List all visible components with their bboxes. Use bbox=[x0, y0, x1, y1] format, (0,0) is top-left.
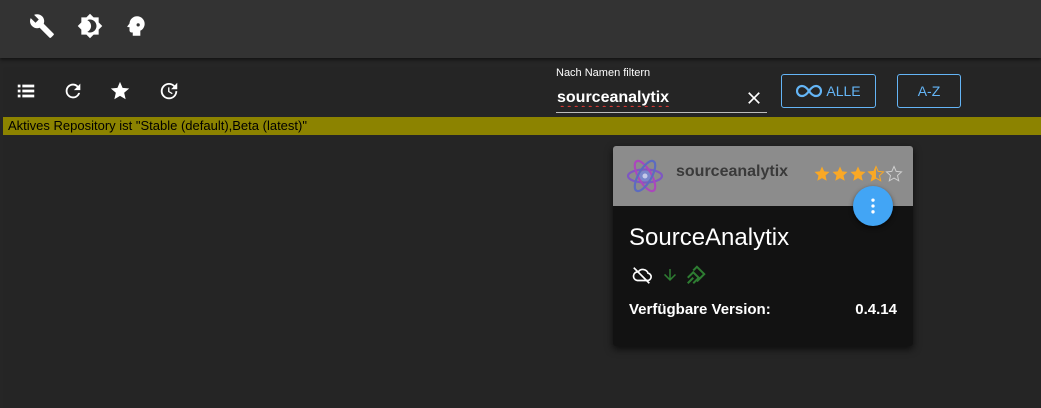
sort-az-button[interactable]: A-Z bbox=[897, 74, 961, 108]
history-icon[interactable] bbox=[158, 80, 180, 102]
top-bar bbox=[0, 0, 1041, 58]
adapter-card: sourceanalytix SourceAnalytix Verfügbare… bbox=[613, 146, 913, 346]
star-filled-icon bbox=[814, 166, 830, 181]
more-vert-icon bbox=[871, 198, 875, 214]
version-label: Verfügbare Version: bbox=[629, 301, 771, 318]
more-options-button[interactable] bbox=[853, 186, 893, 226]
toolbar: Nach Namen filtern ALLE A-Z bbox=[3, 67, 1041, 117]
filter-input[interactable] bbox=[556, 84, 767, 113]
signal-icon bbox=[687, 265, 706, 284]
star-filled-icon bbox=[850, 166, 866, 181]
wrench-icon[interactable] bbox=[29, 13, 55, 39]
repository-banner: Aktives Repository ist "Stable (default)… bbox=[3, 117, 1041, 135]
download-arrow-icon bbox=[664, 269, 676, 281]
version-value: 0.4.14 bbox=[855, 301, 897, 318]
close-icon[interactable] bbox=[744, 88, 764, 108]
atom-logo-icon bbox=[626, 159, 664, 193]
sort-az-label: A-Z bbox=[917, 83, 941, 99]
infinity-icon bbox=[796, 84, 823, 98]
card-repo-name: sourceanalytix bbox=[676, 163, 789, 180]
all-button[interactable]: ALLE bbox=[781, 74, 876, 108]
star-icon[interactable] bbox=[109, 80, 131, 102]
adapter-panel: Nach Namen filtern ALLE A-Z Aktives Repo… bbox=[3, 67, 1041, 408]
refresh-icon[interactable] bbox=[62, 80, 84, 102]
filter-label: Nach Namen filtern bbox=[556, 67, 651, 79]
head-icon[interactable] bbox=[123, 13, 149, 39]
card-title: SourceAnalytix bbox=[629, 224, 790, 251]
cloud-off-icon bbox=[632, 267, 652, 284]
all-button-label: ALLE bbox=[826, 83, 861, 99]
star-filled-icon bbox=[832, 166, 848, 181]
star-empty-icon bbox=[886, 166, 902, 182]
rating-stars bbox=[814, 166, 902, 182]
star-half-icon bbox=[868, 166, 884, 182]
list-icon[interactable] bbox=[15, 80, 37, 102]
brightness-icon[interactable] bbox=[77, 13, 103, 39]
